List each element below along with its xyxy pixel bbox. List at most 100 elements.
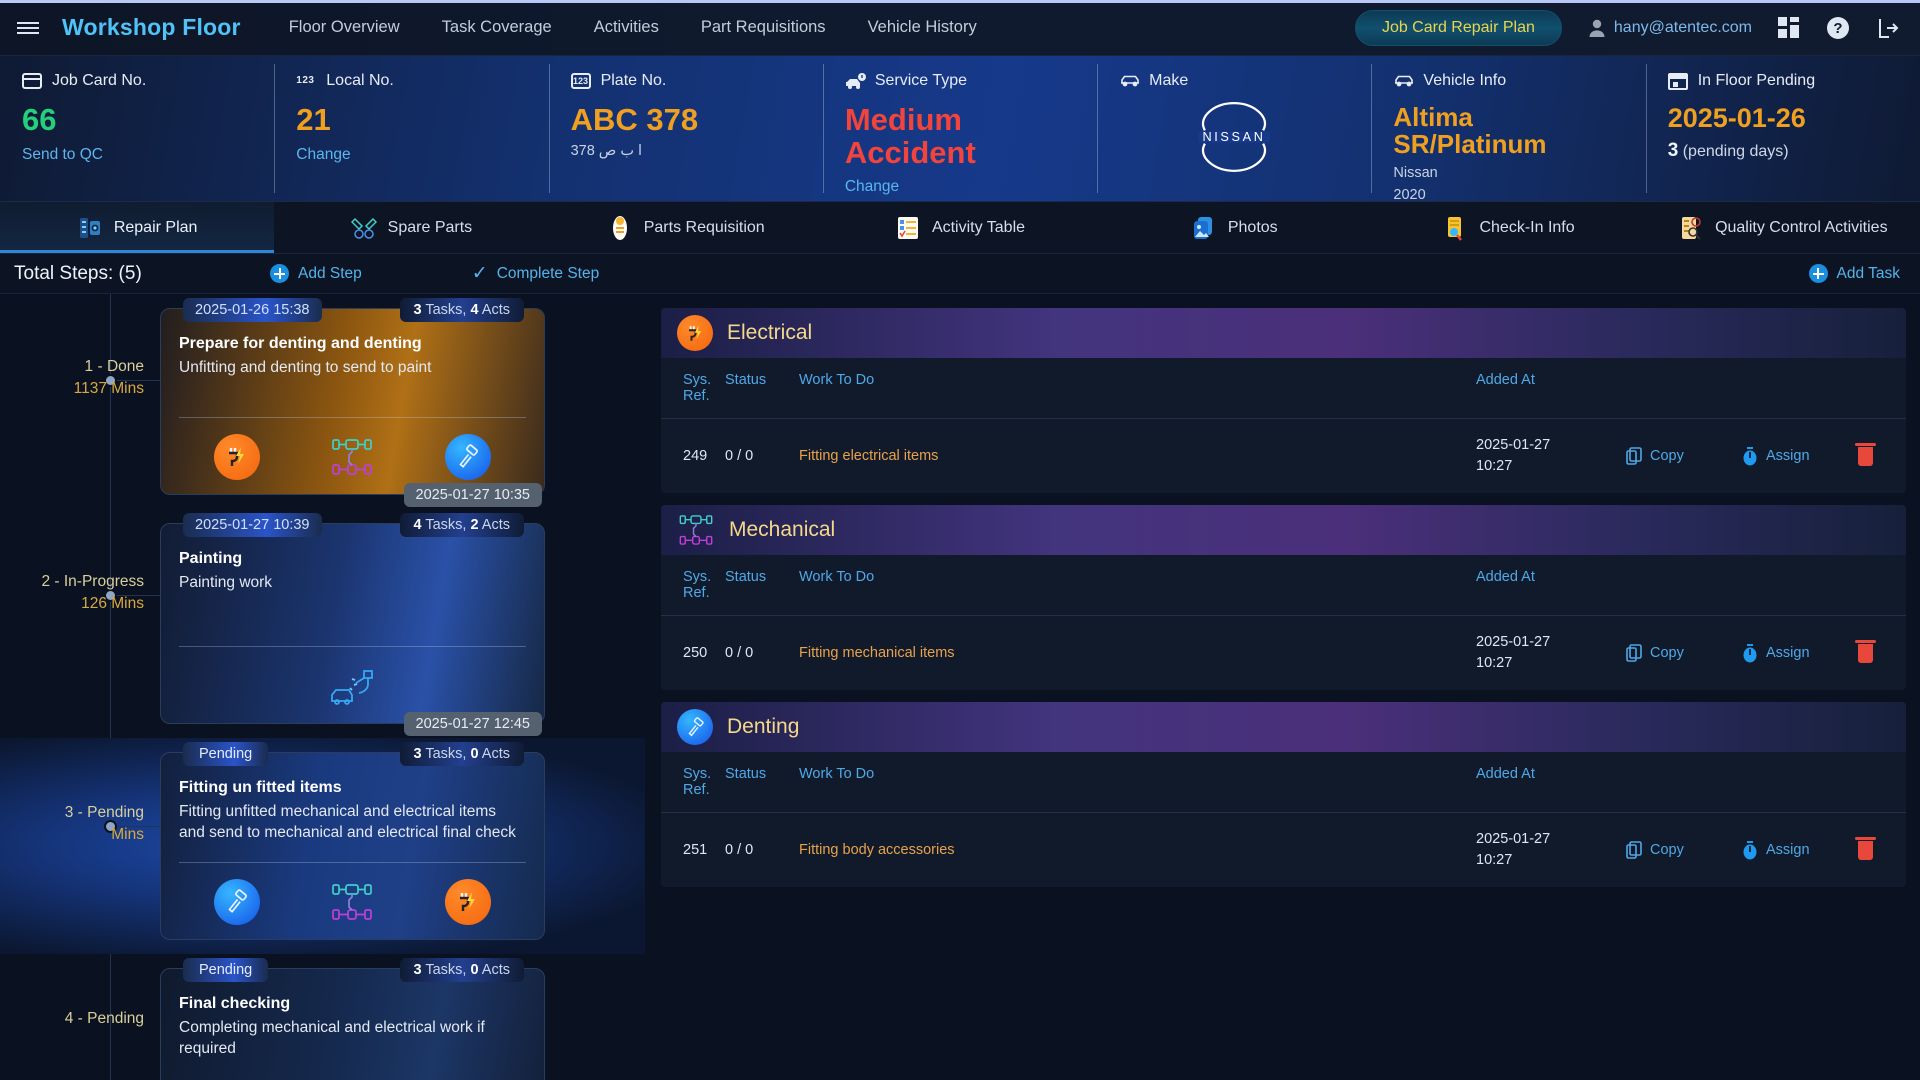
column-assign (1742, 555, 1858, 616)
add-step-button[interactable]: Add Step (270, 264, 362, 283)
step-start-badge: Pending (183, 741, 269, 766)
copy-button[interactable]: Copy (1626, 447, 1742, 465)
car-icon (1393, 73, 1414, 89)
info-card-header: 123 Local No. (296, 72, 526, 90)
timeline-step-1[interactable]: 1 - Done 1137 Mins 2025-01-26 15:38 3 Ta… (0, 294, 645, 509)
job-card-repair-plan-pill[interactable]: Job Card Repair Plan (1354, 9, 1562, 46)
info-card-local-no: 123 Local No. 21 Change (274, 56, 548, 201)
step-trade-icons (179, 861, 526, 925)
tab-label: Repair Plan (113, 218, 198, 236)
tab-check-in-info[interactable]: Check-In Info (1371, 202, 1645, 253)
column-copy (1626, 358, 1742, 419)
job-info-cards: Job Card No. 66 Send to QC 123 Local No.… (0, 56, 1920, 203)
tab-repair-plan[interactable]: Repair Plan (0, 202, 275, 253)
user-account[interactable]: hany@atentec.com (1588, 18, 1752, 38)
table-row[interactable]: 249 0 / 0 Fitting electrical items 2025-… (661, 418, 1906, 494)
add-task-button[interactable]: Add Task (1808, 264, 1920, 283)
tasks-word: Tasks, (425, 745, 467, 762)
local-number-value: 21 (296, 102, 331, 137)
tab-label: Parts Requisition (643, 218, 765, 236)
assign-timer-icon (1742, 840, 1758, 860)
acts-word: Acts (481, 302, 510, 318)
delete-icon[interactable] (1855, 442, 1876, 466)
info-card-label: In Floor Pending (1697, 72, 1816, 89)
tab-label: Activity Table (931, 218, 1026, 236)
assign-button[interactable]: Assign (1742, 643, 1858, 663)
step-card[interactable]: Pending 3 Tasks, 0 Acts Final checking C… (160, 957, 545, 1080)
cell-work-to-do: Fitting electrical items (799, 418, 1476, 494)
table-header-row: Sys. Ref. Status Work To Do Added At (661, 752, 1906, 813)
nav-activities[interactable]: Activities (594, 18, 659, 37)
timeline-step-3[interactable]: 3 - Pending Mins Pending 3 Tasks, 0 Acts (0, 737, 645, 954)
tasks-count: 3 (413, 961, 422, 978)
cell-delete (1855, 418, 1906, 494)
tab-label: Spare Parts (387, 218, 473, 236)
cell-work-to-do: Fitting mechanical items (799, 615, 1476, 691)
pending-days-count: 3 (1667, 140, 1679, 162)
tab-photos[interactable]: Photos (1097, 202, 1371, 253)
tab-label: Check-In Info (1479, 218, 1575, 236)
delete-icon[interactable] (1855, 639, 1876, 663)
step-tasks-badge: 4 Tasks, 2 Acts (399, 512, 524, 537)
section-header: Electrical (661, 308, 1906, 358)
tab-quality-control-activities[interactable]: Quality Control Activities (1646, 202, 1920, 253)
table-row[interactable]: 251 0 / 0 Fitting body accessories 2025-… (661, 812, 1906, 888)
step-start-badge: 2025-01-27 10:39 (183, 512, 322, 537)
step-description: Unfitting and denting to send to paint (179, 359, 432, 376)
dashboard-grid-icon[interactable] (1778, 16, 1800, 39)
app-brand-title: Workshop Floor (62, 14, 241, 40)
info-card-in-floor-pending: In Floor Pending 2025-01-26 3 (pending d… (1645, 56, 1920, 201)
acts-word: Acts (481, 961, 510, 978)
timeline-step-4[interactable]: 4 - Pending Pending 3 Tasks, 0 Acts Fina… (0, 954, 645, 1080)
tab-spare-parts[interactable]: Spare Parts (274, 202, 548, 253)
nav-vehicle-history[interactable]: Vehicle History (868, 18, 977, 37)
info-card-header: In Floor Pending (1667, 72, 1898, 90)
cell-delete (1855, 812, 1906, 888)
nav-floor-overview[interactable]: Floor Overview (289, 18, 400, 37)
step-title: Prepare for denting and denting (179, 335, 422, 352)
change-service-type-link[interactable]: Change (845, 178, 1075, 196)
change-local-no-link[interactable]: Change (296, 146, 526, 164)
cell-added-at: 2025-01-27 10:27 (1476, 418, 1626, 494)
copy-icon (1626, 644, 1642, 662)
tab-activity-table[interactable]: Activity Table (823, 202, 1097, 253)
copy-icon (1626, 841, 1642, 859)
svg-text:NISSAN: NISSAN (1203, 130, 1266, 144)
cell-added-at: 2025-01-27 10:27 (1476, 812, 1626, 888)
step-duration-label: 1137 Mins (73, 380, 144, 397)
delete-icon[interactable] (1855, 836, 1876, 860)
step-start-badge: 2025-01-26 15:38 (183, 298, 322, 322)
complete-step-label: Complete Step (496, 264, 600, 282)
step-description: Fitting unfitted mechanical and electric… (179, 802, 516, 841)
column-added-at: Added At (1476, 372, 1535, 388)
timeline-step-2[interactable]: 2 - In-Progress 126 Mins 2025-01-27 10:3… (0, 509, 645, 738)
logout-icon[interactable] (1876, 16, 1900, 40)
hamburger-menu-icon[interactable] (0, 19, 56, 37)
added-date: 2025-01-27 (1476, 831, 1551, 848)
numeric-123-icon: 123 (296, 75, 315, 86)
table-row[interactable]: 250 0 / 0 Fitting mechanical items 2025-… (661, 615, 1906, 691)
denting-icon (677, 709, 713, 746)
spare-parts-icon (350, 215, 377, 241)
assign-button[interactable]: Assign (1742, 446, 1858, 466)
step-duration-label: Mins (111, 825, 144, 843)
step-card[interactable]: 2025-01-26 15:38 3 Tasks, 4 Acts Prepare… (160, 298, 545, 507)
nav-part-requisitions[interactable]: Part Requisitions (701, 18, 826, 37)
assign-button[interactable]: Assign (1742, 840, 1858, 860)
main-nav-links: Floor Overview Task Coverage Activities … (289, 18, 977, 37)
tab-parts-requisition[interactable]: Parts Requisition (549, 202, 823, 253)
acts-word: Acts (481, 745, 510, 762)
copy-button[interactable]: Copy (1626, 841, 1742, 859)
complete-step-button[interactable]: ✓ Complete Step (472, 264, 599, 283)
column-status: Status (725, 569, 767, 586)
section-table: Sys. Ref. Status Work To Do Added At 249 (661, 358, 1906, 494)
copy-button[interactable]: Copy (1626, 644, 1742, 662)
step-card[interactable]: 2025-01-27 10:39 4 Tasks, 2 Acts Paintin… (160, 512, 545, 736)
nav-task-coverage[interactable]: Task Coverage (442, 18, 552, 37)
help-question-icon[interactable]: ? (1826, 16, 1850, 40)
tasks-count: 4 (413, 516, 422, 533)
mechanical-icon (329, 881, 375, 923)
credit-card-icon (22, 73, 42, 89)
step-card[interactable]: Pending 3 Tasks, 0 Acts Fitting un fitte… (160, 741, 545, 940)
send-to-qc-link[interactable]: Send to QC (22, 146, 252, 164)
